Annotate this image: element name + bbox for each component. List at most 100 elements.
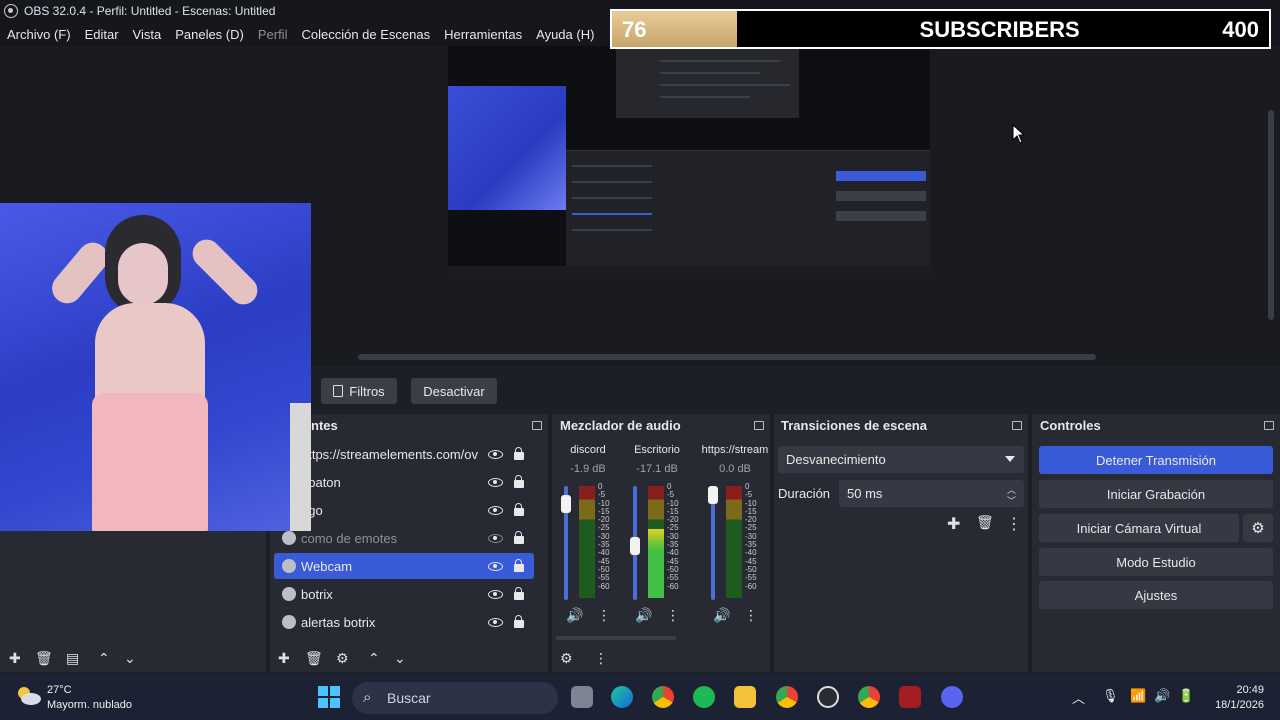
- menu-help[interactable]: Ayuda (H): [529, 27, 601, 42]
- mixer-menu-icon[interactable]: ⋮: [594, 650, 608, 667]
- eye-icon[interactable]: [488, 505, 503, 515]
- mute-speaker-icon[interactable]: 🔊: [713, 607, 730, 624]
- eye-icon[interactable]: [488, 449, 503, 459]
- virtual-camera-settings-button[interactable]: ⚙: [1243, 514, 1273, 542]
- volume-fader-handle[interactable]: [561, 495, 571, 514]
- channel-menu-icon[interactable]: ⋮: [597, 607, 611, 624]
- channel-menu-icon[interactable]: ⋮: [744, 607, 758, 624]
- add-source-icon[interactable]: ✚: [278, 650, 290, 667]
- lock-icon[interactable]: [514, 475, 524, 488]
- eye-icon[interactable]: [488, 589, 503, 599]
- tray-chevron-up-icon[interactable]: ︿: [1072, 688, 1085, 707]
- start-virtual-camera-button[interactable]: Iniciar Cámara Virtual: [1039, 514, 1239, 542]
- task-view-icon[interactable]: [571, 686, 593, 708]
- windows-start-icon[interactable]: [318, 686, 340, 708]
- menu-docks[interactable]: Paneles (D): [168, 27, 251, 42]
- mute-speaker-icon[interactable]: 🔊: [635, 607, 652, 624]
- taskbar-clock[interactable]: 20:49 18/1/2026: [1200, 683, 1264, 713]
- menu-edit[interactable]: Editar: [78, 27, 126, 42]
- transition-select[interactable]: Desvanecimiento: [778, 446, 1024, 473]
- volume-fader-handle[interactable]: [708, 486, 718, 504]
- remove-scene-icon[interactable]: 🗑: [35, 650, 53, 667]
- chrome-profile-icon[interactable]: [776, 686, 798, 708]
- remove-transition-icon[interactable]: 🗑: [976, 514, 994, 531]
- meter-scale-tick: -60: [598, 581, 610, 591]
- move-scene-down-icon[interactable]: ⌄: [124, 650, 136, 667]
- add-transition-icon[interactable]: ✚: [947, 514, 960, 534]
- move-scene-up-icon[interactable]: ⌃: [98, 650, 110, 667]
- menu-scene-collection[interactable]: Colección de Escenas: [294, 27, 437, 42]
- channel-name: https://stream: [701, 444, 769, 456]
- source-item[interactable]: Webcam: [274, 553, 534, 579]
- eye-icon[interactable]: [488, 477, 503, 487]
- mixer-scrollbar[interactable]: [556, 636, 676, 640]
- lock-icon[interactable]: [514, 615, 524, 628]
- lock-icon[interactable]: [514, 559, 524, 572]
- obs-taskbar-icon[interactable]: [817, 686, 839, 708]
- deactivate-button[interactable]: Desactivar: [411, 378, 497, 404]
- preview-horizontal-scrollbar[interactable]: [358, 354, 1096, 360]
- stop-streaming-button[interactable]: Detener Transmisión: [1039, 446, 1273, 474]
- source-item[interactable]: como de emotes: [274, 525, 534, 551]
- start-recording-button[interactable]: Iniciar Grabación: [1039, 480, 1273, 508]
- lock-icon[interactable]: [514, 447, 524, 460]
- transitions-undock-icon[interactable]: [1012, 421, 1022, 430]
- menu-profile[interactable]: Perfil: [251, 27, 295, 42]
- chevron-down-icon: [1005, 456, 1015, 462]
- battery-icon[interactable]: 🔋: [1178, 688, 1194, 704]
- file-explorer-icon[interactable]: [734, 686, 756, 708]
- source-item[interactable]: ego: [274, 497, 534, 523]
- camera-icon: [282, 559, 296, 573]
- spin-down-icon[interactable]: ﹀: [1007, 494, 1016, 507]
- source-label: alertas botrix: [301, 614, 376, 630]
- source-item[interactable]: https://streamelements.com/ov: [274, 441, 534, 467]
- edge-icon[interactable]: [611, 686, 633, 708]
- transition-menu-icon[interactable]: ⋮: [1006, 514, 1022, 534]
- add-scene-icon[interactable]: ✚: [9, 650, 21, 667]
- move-source-down-icon[interactable]: ⌄: [394, 650, 406, 667]
- source-item[interactable]: alertas botrix: [274, 609, 534, 635]
- move-source-up-icon[interactable]: ⌃: [368, 650, 380, 667]
- lock-icon[interactable]: [514, 531, 524, 544]
- volume-icon[interactable]: 🔊: [1154, 688, 1170, 704]
- source-item[interactable]: ubaton: [274, 469, 534, 495]
- mute-speaker-icon[interactable]: 🔊: [566, 607, 583, 624]
- eye-off-icon[interactable]: [488, 533, 503, 543]
- discord-icon[interactable]: [941, 686, 963, 708]
- controls-undock-icon[interactable]: [1264, 421, 1274, 430]
- volume-fader-handle[interactable]: [630, 537, 640, 556]
- sources-undock-icon[interactable]: [532, 421, 542, 430]
- studio-mode-button[interactable]: Modo Estudio: [1039, 548, 1273, 576]
- filters-button[interactable]: Filtros: [321, 378, 397, 404]
- settings-button[interactable]: Ajustes: [1039, 581, 1273, 609]
- lock-icon[interactable]: [514, 503, 524, 516]
- microphone-icon[interactable]: 🎙: [1102, 688, 1119, 704]
- taskbar-search[interactable]: ⌕ Buscar: [352, 682, 558, 714]
- preview-vertical-scrollbar[interactable]: [1268, 110, 1274, 320]
- eye-icon[interactable]: [488, 617, 503, 627]
- spotify-icon[interactable]: [693, 686, 715, 708]
- lock-icon[interactable]: [514, 587, 524, 600]
- channel-db: -1.9 dB: [570, 463, 606, 475]
- source-item[interactable]: botrix: [274, 581, 534, 607]
- chrome-window-icon[interactable]: [858, 686, 880, 708]
- eye-icon[interactable]: [488, 561, 503, 571]
- menu-file[interactable]: Archivo (F): [0, 27, 78, 42]
- channel-menu-icon[interactable]: ⋮: [666, 607, 680, 624]
- source-properties-icon[interactable]: ⚙: [336, 650, 349, 667]
- gear-icon: ⚙: [1251, 520, 1265, 537]
- remove-source-icon[interactable]: 🗑: [305, 650, 323, 667]
- nested-preview-thumbnail: [616, 48, 799, 118]
- mixer-advanced-properties-icon[interactable]: ⚙: [560, 650, 573, 667]
- chrome-icon[interactable]: [652, 686, 674, 708]
- audio-mixer-undock-icon[interactable]: [754, 421, 764, 430]
- menu-view[interactable]: Vista: [126, 27, 169, 42]
- menu-tools[interactable]: Herramientas: [437, 27, 529, 42]
- wifi-icon[interactable]: 📶: [1130, 688, 1146, 704]
- scene-filters-icon[interactable]: ▤: [66, 650, 79, 667]
- dota-icon[interactable]: [899, 686, 921, 708]
- obs-window: OBS 32.0.4 - Perfil: Untitled - Escenas:…: [0, 0, 1280, 720]
- subscriber-goal-bar: 76 SUBSCRIBERS 400: [610, 9, 1271, 49]
- weather-widget[interactable]: 27°C Mayorm. nublado: [47, 683, 132, 713]
- duration-spinbox[interactable]: 50 ms ︿ ﹀: [839, 480, 1024, 507]
